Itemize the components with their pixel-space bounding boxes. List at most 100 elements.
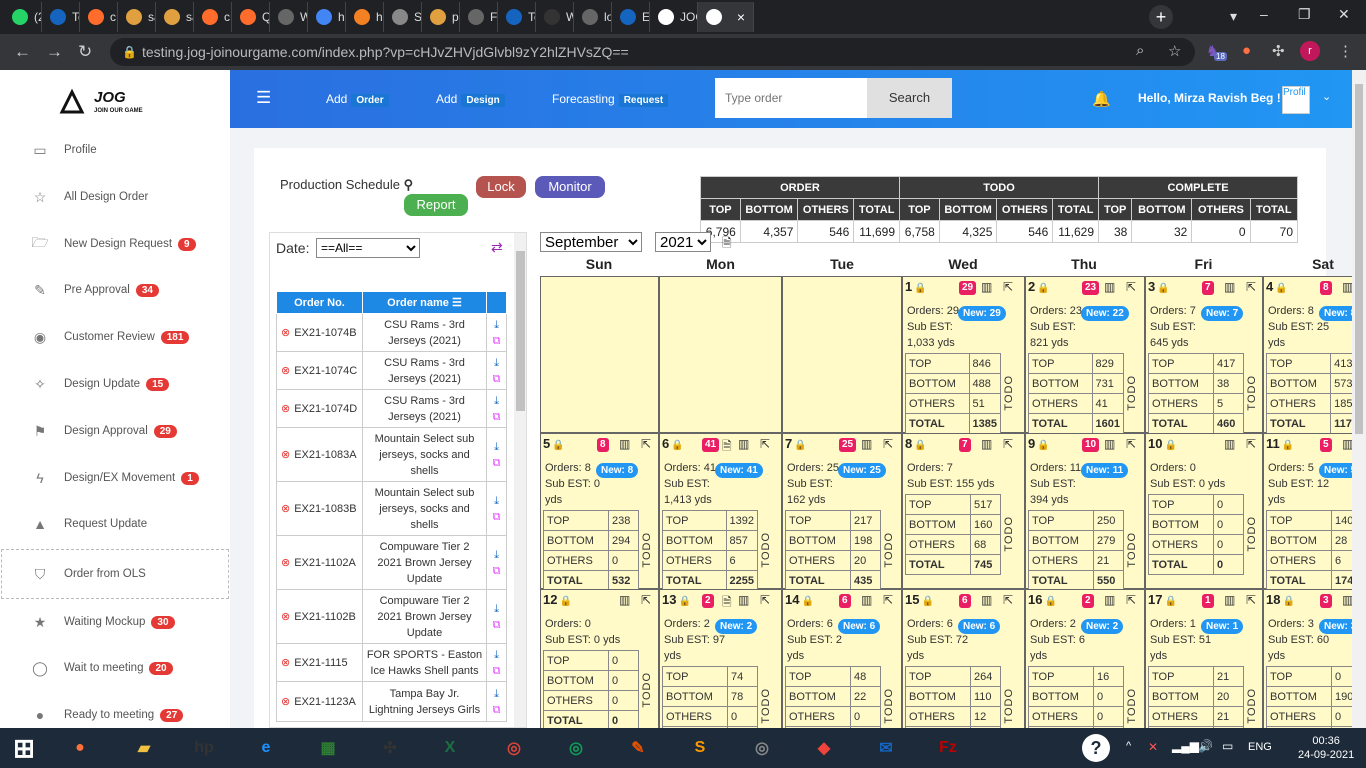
bar-chart-icon[interactable]: ▥	[1224, 437, 1235, 451]
browser-tab[interactable]: Quo	[232, 2, 270, 32]
chevron-down-icon[interactable]: ⌄	[1322, 90, 1331, 103]
download-icon[interactable]: ⤓	[487, 493, 506, 509]
calendar-day-cell[interactable]: 3 🔒 7 ▥ ⇱ Orders: 7 New: 7 Sub EST: 645 yds TOP 41…	[1145, 276, 1263, 434]
table-row[interactable]: ⊗ EX21-1115 FOR SPORTS - Easton Ice Hawks …	[276, 643, 507, 682]
lock-icon[interactable]: 🔒	[1157, 283, 1169, 294]
clock[interactable]: 00:36 24-09-2021	[1298, 734, 1354, 762]
calendar-day-cell[interactable]: 11🔒5▥⇱Orders: 5New: 5Sub EST: 12ydsTOP14…	[1263, 433, 1352, 591]
lock-icon[interactable]: 🔒	[1037, 283, 1049, 294]
bookmark-star-icon[interactable]: ☆	[1168, 42, 1181, 60]
profile-dropdown-icon[interactable]: ▾	[1230, 8, 1237, 25]
copy-icon[interactable]: ⧉	[487, 663, 506, 679]
browser-tab[interactable]: how	[308, 2, 346, 32]
share-icon[interactable]: ⇱	[1246, 280, 1256, 294]
share-icon[interactable]: ⇱	[1003, 280, 1013, 294]
table-row[interactable]: ⊗ EX21-1074D CSU Rams - 3rd Jerseys (2021)…	[276, 389, 507, 428]
search-icon[interactable]: ⚲	[404, 177, 414, 192]
close-window-icon[interactable]: ✕	[1338, 6, 1350, 23]
lock-icon[interactable]: 🔒	[914, 283, 926, 294]
hamburger-menu-icon[interactable]: ☰	[256, 88, 271, 108]
year-select[interactable]: 2021	[655, 232, 711, 252]
internet-explorer-icon[interactable]: e	[250, 732, 282, 764]
hp-icon[interactable]: hp	[188, 732, 220, 764]
lock-icon[interactable]: 🔒	[671, 440, 683, 451]
sidebar-item[interactable]: ✧ Design Update 15	[0, 364, 230, 404]
browser-tab[interactable]: php	[422, 2, 460, 32]
bar-chart-icon[interactable]: ▥	[981, 437, 992, 451]
add-design-link[interactable]: Add Design	[436, 92, 505, 107]
reload-icon[interactable]: ↻	[78, 42, 92, 62]
lock-icon[interactable]: 🔒	[1164, 596, 1176, 607]
share-icon[interactable]: ⇱	[760, 593, 770, 607]
share-icon[interactable]: ⇱	[1126, 280, 1136, 294]
battery-icon[interactable]: ▭	[1222, 739, 1233, 753]
share-icon[interactable]: ⇱	[1126, 437, 1136, 451]
calendar-day-cell[interactable]: 12 🔒 ▥ ⇱ Orders: 0 Sub EST: 0 yds TOP 0 BOTTOM 0 O…	[540, 589, 659, 728]
copy-icon[interactable]: ⧉	[487, 617, 506, 633]
month-select[interactable]: September	[540, 232, 642, 252]
add-order-link[interactable]: Add Order	[326, 92, 389, 107]
search-button[interactable]: Search	[867, 78, 952, 118]
table-row[interactable]: ⊗ EX21-1102A Compuware Tier 2 2021 Brown J…	[276, 535, 507, 590]
calendar-day-cell[interactable]: 5 🔒 8 ▥ ⇱ Orders: 8 New: 8 Sub EST: 0 yds TOP 238 B…	[540, 433, 659, 591]
download-icon[interactable]: ⤓	[487, 317, 506, 333]
firefox-icon[interactable]: ●	[64, 732, 96, 764]
sublime-icon[interactable]: S	[684, 732, 716, 764]
download-icon[interactable]: ⤓	[487, 355, 506, 371]
close-tab-icon[interactable]: ×	[737, 9, 745, 25]
network-warning-icon[interactable]: ✕	[1148, 740, 1158, 754]
profile-image[interactable]: Profil	[1282, 86, 1310, 114]
sidebar-item[interactable]: ✎ Pre Approval 34	[0, 270, 230, 310]
share-icon[interactable]: ⇱	[641, 593, 651, 607]
calendar-day-cell[interactable]: 9 🔒 10 ▥ ⇱ Orders: 11 New: 11 Sub EST: 394 yds TO…	[1025, 433, 1145, 591]
copy-icon[interactable]: ⧉	[487, 409, 506, 425]
order-search-input[interactable]	[715, 78, 867, 118]
bar-chart-icon[interactable]: ▥	[1104, 437, 1115, 451]
anydesk-icon[interactable]: ◆	[808, 732, 840, 764]
lock-icon[interactable]: 🔒	[552, 440, 564, 451]
chrome-icon[interactable]: ◎	[560, 732, 592, 764]
minimize-icon[interactable]: –	[1260, 6, 1268, 22]
copy-icon[interactable]: ⧉	[487, 702, 506, 718]
share-icon[interactable]: ⇱	[883, 437, 893, 451]
chrome-profile2-icon[interactable]: ◎	[746, 732, 778, 764]
bar-chart-icon[interactable]: ▥	[1224, 593, 1235, 607]
bar-chart-icon[interactable]: ▥	[1342, 280, 1352, 294]
date-filter-select[interactable]: ==All==	[316, 238, 420, 258]
help-icon[interactable]: ?	[1082, 734, 1110, 762]
lock-icon[interactable]: 🔒	[794, 440, 806, 451]
excel-icon[interactable]: X	[434, 732, 466, 764]
forward-icon[interactable]: →	[46, 42, 63, 62]
sidebar-item[interactable]: ◯ Wait to meeting 20	[0, 648, 230, 688]
browser-tab[interactable]: Foo	[460, 2, 498, 32]
extension-icon[interactable]: ♞ 18	[1206, 42, 1227, 61]
lock-icon[interactable]: 🔒	[1044, 596, 1056, 607]
calendar-day-cell[interactable]: 14 🔒 6 ▥ ⇱ Orders: 6 New: 6 Sub EST: 2 yds TOP 48 B…	[782, 589, 902, 728]
bar-chart-icon[interactable]: ▥	[981, 593, 992, 607]
bar-chart-icon[interactable]: ▥	[1104, 593, 1115, 607]
sidebar-item[interactable]: ★ Waiting Mockup 30	[0, 602, 230, 642]
panel-scrollbar[interactable]	[514, 233, 526, 727]
puzzle-icon[interactable]: ✣	[1272, 42, 1285, 60]
browser-tab[interactable]: Sen	[384, 2, 422, 32]
lock-icon[interactable]: 🔒	[1275, 283, 1287, 294]
lock-icon[interactable]: 🔒	[801, 596, 813, 607]
panel-scroll-thumb[interactable]	[516, 251, 525, 411]
new-tab-button[interactable]: +	[1149, 5, 1173, 29]
download-icon[interactable]: ⤓	[487, 647, 506, 663]
bar-chart-icon[interactable]: ▥	[738, 593, 749, 607]
bar-chart-icon[interactable]: ▥	[738, 437, 749, 451]
swap-icon[interactable]: ⇄	[491, 239, 503, 256]
calendar-day-cell[interactable]: 10 🔒 ▥ ⇱ Orders: 0 Sub EST: 0 yds TOP 0 BOTTOM 0 O…	[1145, 433, 1263, 589]
calendar-day-cell[interactable]: 6 🔒 41 🗎 ▥ ⇱ Orders: 41 New: 41 Sub EST: 1,413 yd…	[659, 433, 782, 591]
calendar-day-cell[interactable]: 1 🔒 29 ▥ ⇱ Orders: 29 New: 29 Sub EST: 1,033 yds…	[902, 276, 1025, 434]
profile-avatar[interactable]: r	[1300, 41, 1320, 61]
table-row[interactable]: ⊗ EX21-1074C CSU Rams - 3rd Jerseys (2021)…	[276, 351, 507, 390]
download-icon[interactable]: ⤓	[487, 601, 506, 617]
share-icon[interactable]: ⇱	[1246, 437, 1256, 451]
download-icon[interactable]: ⤓	[487, 547, 506, 563]
filezilla-icon[interactable]: Fz	[932, 732, 964, 764]
browser-tab[interactable]: Wis	[270, 2, 308, 32]
copy-icon[interactable]: ⧉	[487, 455, 506, 471]
share-icon[interactable]: ⇱	[641, 437, 651, 451]
